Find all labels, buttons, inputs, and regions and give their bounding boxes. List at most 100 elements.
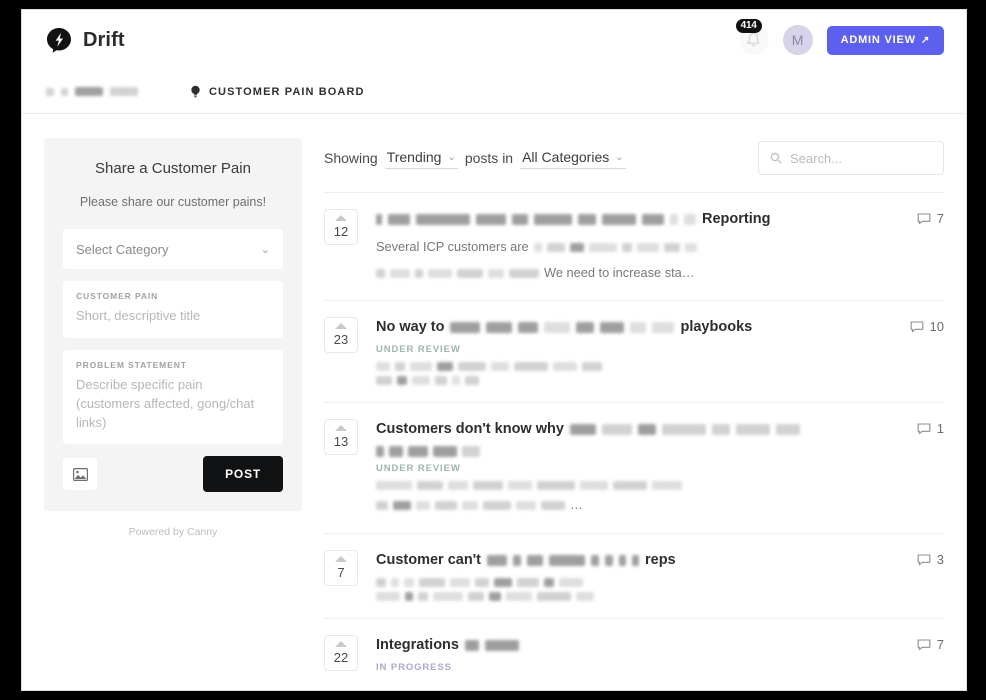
image-upload-icon (72, 467, 88, 481)
redacted-text (395, 362, 405, 372)
comment-bubble-icon (917, 554, 931, 565)
redacted-text (652, 322, 675, 334)
redacted-text (631, 555, 639, 567)
redacted-text (376, 592, 400, 602)
redacted-text (417, 481, 443, 491)
chevron-down-icon: ⌄ (615, 151, 624, 163)
redacted-text (661, 424, 706, 436)
redacted-text (576, 592, 594, 602)
post-excerpt (376, 578, 944, 602)
avatar[interactable]: M (782, 25, 813, 55)
upvote-button[interactable]: 13 (324, 419, 358, 456)
post-excerpt-visible: Several ICP customers are (376, 239, 529, 255)
redacted-text (602, 214, 636, 225)
redacted-text (452, 376, 460, 386)
redacted-text (569, 242, 584, 252)
redacted-text (600, 322, 625, 334)
redacted-text (484, 640, 519, 652)
post-header: Customer can't reps 3 (376, 550, 944, 571)
comment-count[interactable]: 7 (917, 209, 944, 226)
notifications-button[interactable]: 414 (735, 19, 769, 55)
problem-statement-input[interactable]: Describe specific pain (customers affect… (76, 376, 270, 433)
upvote-button[interactable]: 22 (324, 635, 358, 672)
post-content: Reporting 7 Several ICP customers are We… (376, 209, 944, 283)
category-select[interactable]: Select Category ⌄ (63, 229, 283, 269)
problem-statement-label: PROBLEM STATEMENT (76, 359, 187, 370)
vote-count: 23 (333, 332, 349, 348)
redacted-text (588, 242, 617, 252)
external-link-icon: ↗ (920, 34, 930, 46)
redacted-text (462, 446, 480, 458)
vote-count: 13 (333, 434, 349, 450)
post-list-item[interactable]: 13 Customers don't know why 1 UNDER REVI… (324, 402, 944, 533)
admin-view-button[interactable]: ADMIN VIEW ↗ (826, 25, 944, 55)
post-excerpt-tail: We need to increase sta… (544, 264, 695, 280)
upvote-button[interactable]: 12 (324, 209, 358, 245)
redacted-text (621, 242, 632, 252)
page-body: Share a Customer Pain Please share our c… (22, 114, 966, 690)
vote-count: 22 (333, 650, 349, 666)
redacted-text (578, 214, 596, 225)
customer-pain-field[interactable]: CUSTOMER PAIN Short, descriptive title (63, 281, 283, 338)
post-button[interactable]: POST (203, 456, 283, 493)
comment-count-value: 3 (936, 552, 944, 568)
redacted-text (630, 322, 647, 334)
redacted-text (684, 214, 696, 225)
post-excerpt: Several ICP customers are We need to inc… (376, 237, 944, 283)
comment-count[interactable]: 3 (917, 550, 944, 567)
redacted-text (376, 214, 382, 225)
search-icon (770, 152, 782, 164)
redacted-text (512, 214, 528, 225)
board-title-text: CUSTOMER PAIN BOARD (209, 85, 365, 98)
search-input[interactable]: Search... (758, 141, 944, 175)
redacted-text (416, 214, 470, 225)
main-column: Showing Trending ⌄ posts in All Categori… (324, 138, 944, 690)
redacted-text (618, 555, 626, 567)
post-list-item[interactable]: 12 Reporting 7 Several ICP customers are… (324, 192, 944, 300)
redacted-text (604, 555, 613, 567)
upvote-button[interactable]: 23 (324, 317, 358, 354)
redacted-text (537, 592, 571, 602)
comment-count[interactable]: 7 (917, 635, 944, 652)
post-title-prefix: Customer can't (376, 552, 481, 569)
customer-pain-input[interactable]: Short, descriptive title (76, 307, 270, 326)
post-list-item[interactable]: 22 Integrations 7 IN PROGRESS (324, 618, 944, 690)
redacted-text (376, 376, 392, 386)
category-filter-select[interactable]: All Categories ⌄ (520, 147, 626, 169)
upvote-button[interactable]: 7 (324, 550, 358, 587)
status-badge: IN PROGRESS (376, 662, 452, 674)
redacted-text (376, 362, 390, 372)
post-header: Integrations 7 (376, 635, 944, 656)
redacted-text (541, 501, 565, 511)
redacted-text (412, 376, 430, 386)
brand-logo[interactable]: Drift (46, 27, 125, 54)
image-upload-button[interactable] (63, 458, 97, 491)
breadcrumb: CUSTOMER PAIN BOARD (22, 70, 966, 114)
comment-count[interactable]: 1 (917, 419, 944, 436)
redacted-text (448, 481, 468, 491)
redacted-text (435, 501, 457, 511)
post-title-visible: playbooks (680, 319, 753, 336)
board-title[interactable]: CUSTOMER PAIN BOARD (190, 85, 365, 99)
redacted-text (514, 362, 548, 372)
post-excerpt-tail: … (570, 497, 583, 513)
category-filter-value: All Categories (522, 149, 610, 165)
chevron-down-icon: ⌄ (260, 243, 270, 256)
notification-badge: 414 (735, 19, 762, 33)
avatar-initial: M (791, 32, 804, 48)
redacted-text (465, 376, 479, 386)
problem-statement-field[interactable]: PROBLEM STATEMENT Describe specific pain… (63, 349, 283, 445)
comment-count[interactable]: 10 (910, 317, 944, 334)
redacted-text (46, 87, 54, 96)
post-list-item[interactable]: 7 Customer can't reps 3 (324, 533, 944, 618)
drift-speech-bubble-icon (47, 27, 71, 53)
redacted-text (433, 592, 463, 602)
redacted-text (553, 362, 577, 372)
post-title: Reporting (376, 209, 905, 230)
breadcrumb-redacted-items[interactable] (46, 87, 138, 96)
comment-count-value: 7 (936, 637, 944, 653)
post-list-item[interactable]: 23 No way to playbooks 10 UNDER REVIEW (324, 300, 944, 402)
sort-select[interactable]: Trending ⌄ (384, 147, 458, 169)
redacted-text (418, 592, 428, 602)
redacted-text (488, 268, 504, 278)
